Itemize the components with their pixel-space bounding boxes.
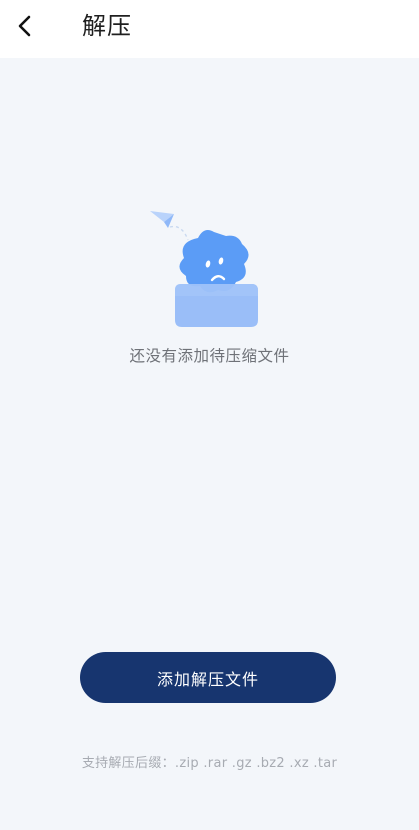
empty-state-message: 还没有添加待压缩文件 <box>129 347 290 365</box>
add-unzip-file-button[interactable]: 添加解压文件 <box>80 652 336 703</box>
paper-plane-icon <box>150 211 189 241</box>
supported-formats-hint: 支持解压后缀：.zip .rar .gz .bz2 .xz .tar <box>81 756 338 771</box>
add-unzip-file-button-label: 添加解压文件 <box>156 669 259 689</box>
back-button[interactable] <box>6 6 46 46</box>
header-bar: 解压 <box>0 0 419 58</box>
chevron-left-icon <box>18 15 31 37</box>
page-title: 解压 <box>82 12 132 40</box>
empty-folder-star-icon <box>146 200 266 332</box>
